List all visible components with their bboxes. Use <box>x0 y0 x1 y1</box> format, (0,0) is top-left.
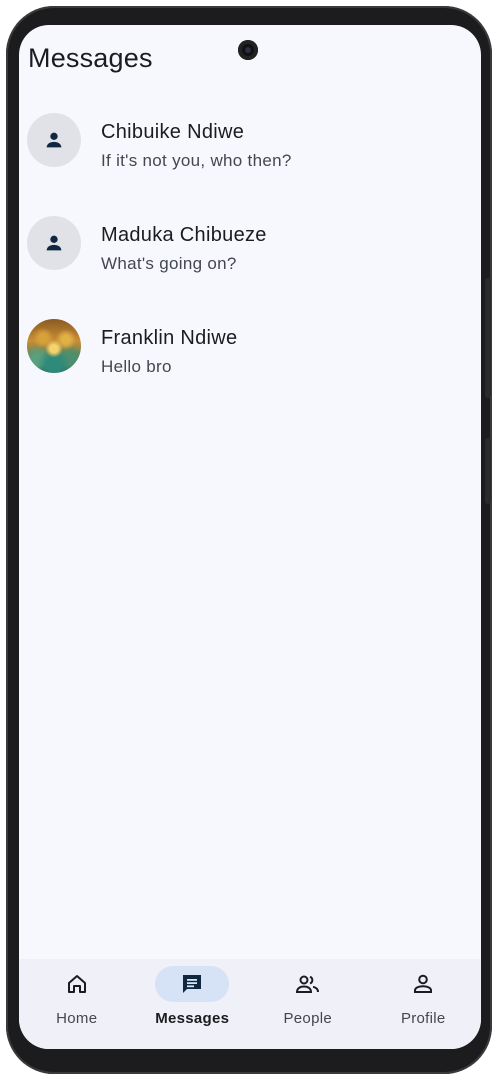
contact-name: Chibuike Ndiwe <box>101 121 245 143</box>
avatar <box>27 216 81 270</box>
person-icon <box>43 129 65 151</box>
people-icon <box>295 972 321 996</box>
nav-label: Messages <box>155 1010 230 1027</box>
volume-button <box>485 278 491 398</box>
avatar-photo <box>27 319 81 373</box>
profile-icon <box>411 972 435 996</box>
conversation-item[interactable]: Franklin Ndiwe Hello bro <box>19 314 481 417</box>
message-preview: If it's not you, who then? <box>101 151 292 170</box>
person-icon <box>43 232 65 254</box>
conversation-item[interactable]: Maduka Chibueze What's going on? <box>19 211 481 314</box>
nav-item-profile[interactable]: Profile <box>366 959 482 1049</box>
nav-label: Home <box>56 1010 98 1027</box>
nav-pill <box>271 966 345 1002</box>
nav-item-home[interactable]: Home <box>19 959 135 1049</box>
home-icon <box>65 972 89 996</box>
nav-label: Profile <box>400 1010 446 1027</box>
avatar <box>27 113 81 167</box>
power-button <box>485 438 491 504</box>
bottom-navigation: Home Messages People Profile <box>19 959 481 1049</box>
nav-pill <box>40 966 114 1002</box>
message-preview: Hello bro <box>101 357 172 376</box>
nav-pill <box>386 966 460 1002</box>
contact-name: Maduka Chibueze <box>101 224 267 246</box>
nav-pill-active <box>155 966 230 1002</box>
nav-label: People <box>283 1010 332 1027</box>
front-camera <box>238 40 258 60</box>
chat-icon <box>180 972 204 996</box>
conversation-item[interactable]: Chibuike Ndiwe If it's not you, who then… <box>19 108 481 211</box>
page-title: Messages <box>28 43 153 73</box>
message-preview: What's going on? <box>101 254 237 273</box>
nav-item-messages[interactable]: Messages <box>135 959 251 1049</box>
nav-item-people[interactable]: People <box>250 959 366 1049</box>
app-screen: Messages Chibuike Ndiwe If it's not you,… <box>19 25 481 1049</box>
contact-name: Franklin Ndiwe <box>101 327 238 349</box>
conversation-list: Chibuike Ndiwe If it's not you, who then… <box>19 103 481 412</box>
